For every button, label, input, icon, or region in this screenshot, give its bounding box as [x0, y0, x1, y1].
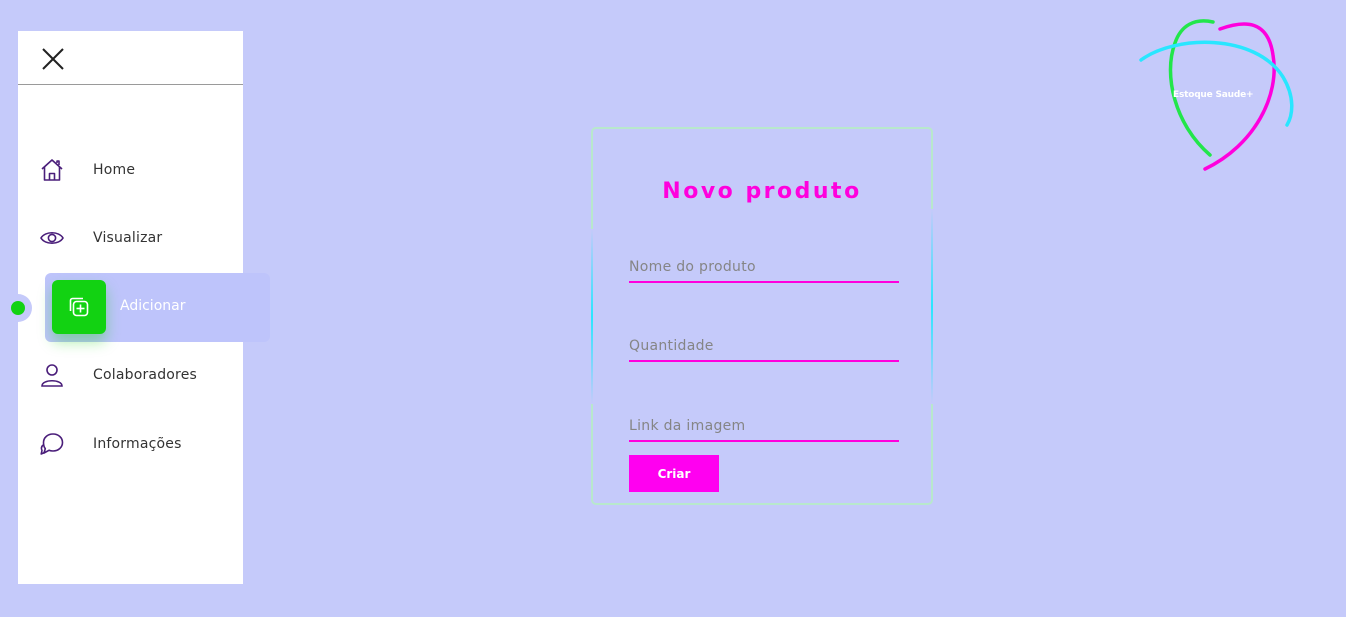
active-dot	[11, 301, 25, 315]
chat-icon	[39, 431, 65, 457]
sidebar-item-colaboradores[interactable]: Colaboradores	[18, 355, 243, 395]
active-indicator	[4, 294, 32, 322]
sidebar-item-label: Colaboradores	[93, 367, 198, 383]
user-icon	[39, 362, 65, 388]
sidebar-item-label: Adicionar	[120, 298, 186, 314]
card-glow-right	[931, 209, 933, 404]
create-button[interactable]: Criar	[629, 455, 719, 492]
sidebar-item-label: Visualizar	[93, 230, 163, 246]
product-name-input[interactable]	[629, 253, 899, 283]
sidebar-item-home[interactable]: Home	[18, 150, 243, 190]
form-title: Novo produto	[662, 179, 862, 204]
logo-text: Estoque Saude+	[1173, 90, 1254, 100]
quantity-input[interactable]	[629, 332, 899, 362]
card-glow-left	[591, 229, 593, 404]
sidebar-item-label: Informações	[93, 436, 182, 452]
sidebar-item-adicionar[interactable]: Adicionar	[45, 273, 270, 342]
add-copy-icon	[52, 280, 106, 334]
sidebar-item-visualizar[interactable]: Visualizar	[18, 218, 243, 258]
new-product-form: Novo produto Criar	[591, 127, 933, 505]
sidebar-header	[18, 31, 243, 85]
sidebar-item-informacoes[interactable]: Informações	[18, 424, 243, 464]
image-link-input[interactable]	[629, 412, 899, 442]
close-icon[interactable]	[40, 46, 66, 72]
sidebar-item-label: Home	[93, 162, 136, 178]
home-icon	[39, 157, 65, 183]
eye-icon	[39, 225, 65, 251]
